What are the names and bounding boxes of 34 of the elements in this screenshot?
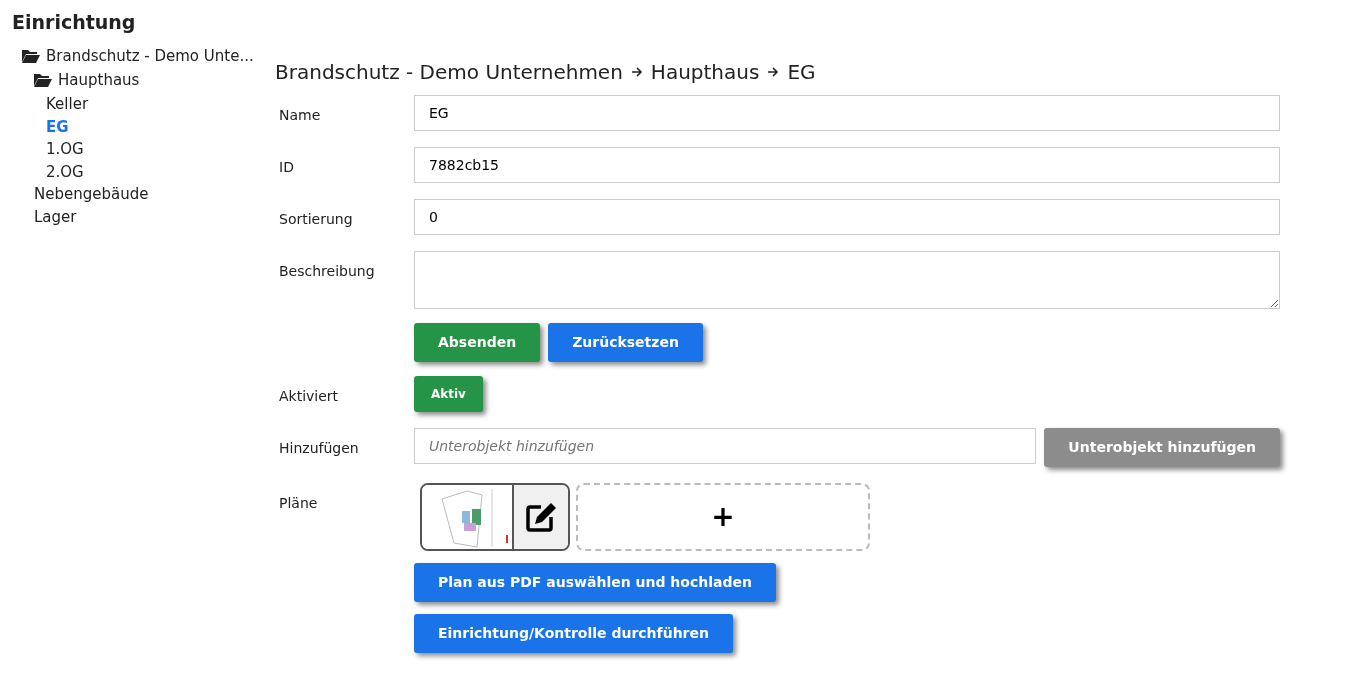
action-button[interactable]: Einrichtung/Kontrolle durchführen (414, 613, 733, 653)
field-label: Pläne (278, 493, 319, 513)
field-label: ID (278, 157, 295, 177)
reset-button[interactable]: Zurücksetzen (548, 322, 703, 362)
tree-item[interactable]: Brandschutz - Demo Unte... (22, 44, 254, 68)
tree-item[interactable]: 1.OG (46, 138, 84, 161)
tree-item[interactable]: 2.OG (46, 160, 84, 184)
field-label: Hinzufügen (278, 438, 360, 458)
tree-item[interactable]: Haupthaus (34, 68, 140, 92)
tree-item[interactable]: Keller (46, 93, 89, 116)
breadcrumb-current: EG (787, 58, 816, 86)
field-label: Aktiviert (278, 386, 340, 406)
toggle-button[interactable]: Aktiv (414, 375, 483, 412)
folder-icon (34, 73, 52, 88)
arrow-icon (767, 65, 780, 78)
tree-item[interactable]: EG (46, 115, 69, 139)
tree-item[interactable]: Nebengebäude (34, 183, 149, 207)
breadcrumb-link[interactable]: Haupthaus (650, 56, 760, 87)
submit-button[interactable]: Absenden (414, 322, 541, 362)
input-field[interactable]: 7882cb15 (414, 146, 1280, 183)
field-label: Sortierung (278, 209, 354, 229)
field-label: Beschreibung (278, 261, 376, 281)
action-button[interactable]: Plan aus PDF auswählen und hochladen (414, 562, 776, 602)
add-plan-button[interactable]: + (576, 482, 870, 551)
folder-icon (22, 48, 40, 63)
edit-icon (525, 501, 557, 532)
plan-thumbnail[interactable] (420, 482, 570, 551)
field-label: Name (278, 105, 322, 125)
arrow-icon (630, 65, 643, 78)
input-field[interactable]: EG (414, 94, 1280, 131)
tree-item[interactable]: Lager (34, 206, 77, 229)
breadcrumb-link[interactable]: Brandschutz - Demo Unternehmen (275, 56, 623, 87)
input-field[interactable]: 0 (414, 198, 1280, 235)
page-title: Einrichtung (12, 10, 137, 35)
